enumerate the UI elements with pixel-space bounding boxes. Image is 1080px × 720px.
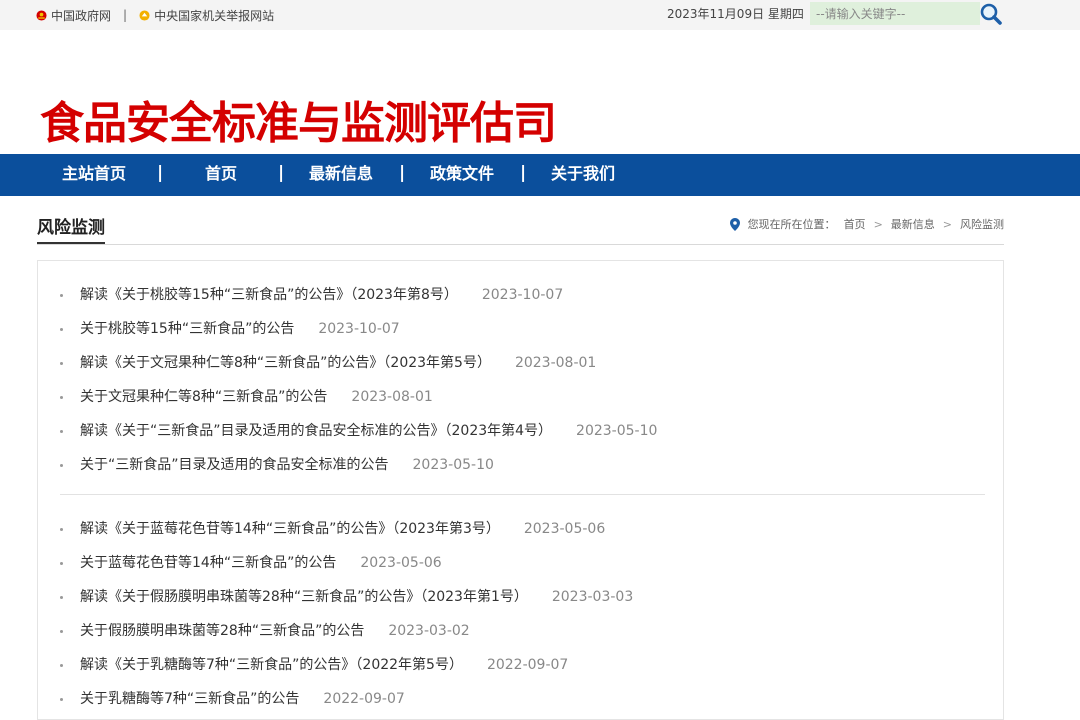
list-group-divider xyxy=(60,494,985,495)
bullet-icon xyxy=(60,629,63,633)
article-link[interactable]: 关于桃胶等15种“三新食品”的公告 xyxy=(80,321,294,337)
bullet-icon xyxy=(60,663,63,667)
article-link[interactable]: 关于蓝莓花色苷等14种“三新食品”的公告 xyxy=(80,555,336,571)
main-nav: 主站首页 | 首页 | 最新信息 | 政策文件 | 关于我们 xyxy=(0,154,1080,196)
article-link[interactable]: 解读《关于假肠膜明串珠菌等28种“三新食品”的公告》（2023年第1号） xyxy=(80,589,528,605)
section-header: 风险监测 您现在所在位置： 首页 > 最新信息 > 风险监测 xyxy=(37,214,1004,245)
article-link[interactable]: 解读《关于乳糖酶等7种“三新食品”的公告》（2022年第5号） xyxy=(80,657,463,673)
list-item: 解读《关于假肠膜明串珠菌等28种“三新食品”的公告》（2023年第1号） 2023… xyxy=(60,580,633,614)
breadcrumb-separator: > xyxy=(873,217,883,231)
top-link-separator: | xyxy=(123,8,128,22)
article-link[interactable]: 关于乳糖酶等7种“三新食品”的公告 xyxy=(80,691,299,707)
article-date: 2023-03-02 xyxy=(388,623,470,639)
article-link[interactable]: 关于文冠果种仁等8种“三新食品”的公告 xyxy=(80,389,327,405)
gov-site-link[interactable]: 中国政府网 xyxy=(51,7,111,24)
site-header: 食品安全标准与监测评估司 xyxy=(0,30,1080,154)
top-links: 中国政府网 | 中央国家机关举报网站 xyxy=(36,0,274,30)
bullet-icon xyxy=(60,527,63,531)
nav-separator: | xyxy=(399,163,406,183)
list-item: 关于假肠膜明串珠菌等28种“三新食品”的公告 2023-03-02 xyxy=(60,614,470,648)
nav-item-latest-info[interactable]: 最新信息 xyxy=(309,154,373,196)
section-title: 风险监测 xyxy=(37,218,105,244)
nav-item-policy-docs[interactable]: 政策文件 xyxy=(430,154,494,196)
list-item: 关于蓝莓花色苷等14种“三新食品”的公告 2023-05-06 xyxy=(60,546,442,580)
article-date: 2023-10-07 xyxy=(481,287,564,303)
article-date: 2022-09-07 xyxy=(486,657,569,673)
list-item: 解读《关于乳糖酶等7种“三新食品”的公告》（2022年第5号） 2022-09-0… xyxy=(60,648,568,682)
list-item: 关于文冠果种仁等8种“三新食品”的公告 2023-08-01 xyxy=(60,380,433,414)
list-item: 关于桃胶等15种“三新食品”的公告 2023-10-07 xyxy=(60,312,400,346)
location-pin-icon xyxy=(729,217,740,231)
article-date: 2022-09-07 xyxy=(323,691,405,707)
top-utility-bar: 中国政府网 | 中央国家机关举报网站 2023年11月09日 星期四 xyxy=(0,0,1080,30)
breadcrumb-prefix: 您现在所在位置： xyxy=(747,218,836,231)
nav-item-main-home[interactable]: 主站首页 xyxy=(62,154,126,196)
nav-separator: | xyxy=(157,163,164,183)
breadcrumb-home[interactable]: 首页 xyxy=(844,216,866,232)
list-item: 解读《关于“三新食品”目录及适用的食品安全标准的公告》（2023年第4号） 202… xyxy=(60,414,657,448)
article-date: 2023-05-10 xyxy=(412,457,494,473)
national-emblem-icon xyxy=(36,9,47,21)
search-input[interactable] xyxy=(810,2,980,25)
report-site-icon xyxy=(139,9,150,21)
search-icon xyxy=(980,3,1002,25)
article-link[interactable]: 关于假肠膜明串珠菌等28种“三新食品”的公告 xyxy=(80,623,364,639)
site-title: 食品安全标准与监测评估司 xyxy=(40,98,557,149)
list-item: 关于“三新食品”目录及适用的食品安全标准的公告 2023-05-10 xyxy=(60,448,494,482)
bullet-icon xyxy=(60,595,63,599)
bullet-icon xyxy=(60,395,63,399)
bullet-icon xyxy=(60,463,63,467)
bullet-icon xyxy=(60,429,63,433)
breadcrumb: 您现在所在位置： 首页 > 最新信息 > 风险监测 xyxy=(729,216,1004,232)
bullet-icon xyxy=(60,293,63,297)
nav-separator: | xyxy=(278,163,285,183)
nav-item-about-us[interactable]: 关于我们 xyxy=(551,154,615,196)
nav-item-home[interactable]: 首页 xyxy=(205,154,237,196)
bullet-icon xyxy=(60,327,63,331)
article-date: 2023-10-07 xyxy=(318,321,400,337)
article-date: 2023-05-10 xyxy=(576,423,658,439)
article-date: 2023-03-03 xyxy=(551,589,634,605)
report-site-link[interactable]: 中央国家机关举报网站 xyxy=(154,7,274,24)
breadcrumb-current: 风险监测 xyxy=(960,218,1004,231)
article-date: 2023-05-06 xyxy=(360,555,442,571)
article-link[interactable]: 解读《关于桃胶等15种“三新食品”的公告》（2023年第8号） xyxy=(80,287,458,303)
list-item: 解读《关于桃胶等15种“三新食品”的公告》（2023年第8号） 2023-10-0… xyxy=(60,278,563,312)
list-item: 解读《关于蓝莓花色苷等14种“三新食品”的公告》（2023年第3号） 2023-0… xyxy=(60,512,605,546)
bullet-icon xyxy=(60,361,63,365)
article-link[interactable]: 关于“三新食品”目录及适用的食品安全标准的公告 xyxy=(80,457,389,473)
article-date: 2023-08-01 xyxy=(351,389,433,405)
list-item: 解读《关于文冠果种仁等8种“三新食品”的公告》（2023年第5号） 2023-08… xyxy=(60,346,596,380)
article-link[interactable]: 解读《关于蓝莓花色苷等14种“三新食品”的公告》（2023年第3号） xyxy=(80,521,500,537)
breadcrumb-latest-info[interactable]: 最新信息 xyxy=(891,216,935,232)
nav-separator: | xyxy=(520,163,527,183)
article-date: 2023-05-06 xyxy=(523,521,606,537)
breadcrumb-separator: > xyxy=(942,217,952,231)
bullet-icon xyxy=(60,561,63,565)
current-date: 2023年11月09日 星期四 xyxy=(667,7,804,21)
list-item: 关于乳糖酶等7种“三新食品”的公告 2022-09-07 xyxy=(60,682,405,716)
article-link[interactable]: 解读《关于“三新食品”目录及适用的食品安全标准的公告》（2023年第4号） xyxy=(80,423,552,439)
search-button[interactable] xyxy=(978,0,1004,28)
article-link[interactable]: 解读《关于文冠果种仁等8种“三新食品”的公告》（2023年第5号） xyxy=(80,355,491,371)
article-list: 解读《关于桃胶等15种“三新食品”的公告》（2023年第8号） 2023-10-0… xyxy=(37,260,1004,720)
article-date: 2023-08-01 xyxy=(514,355,597,371)
